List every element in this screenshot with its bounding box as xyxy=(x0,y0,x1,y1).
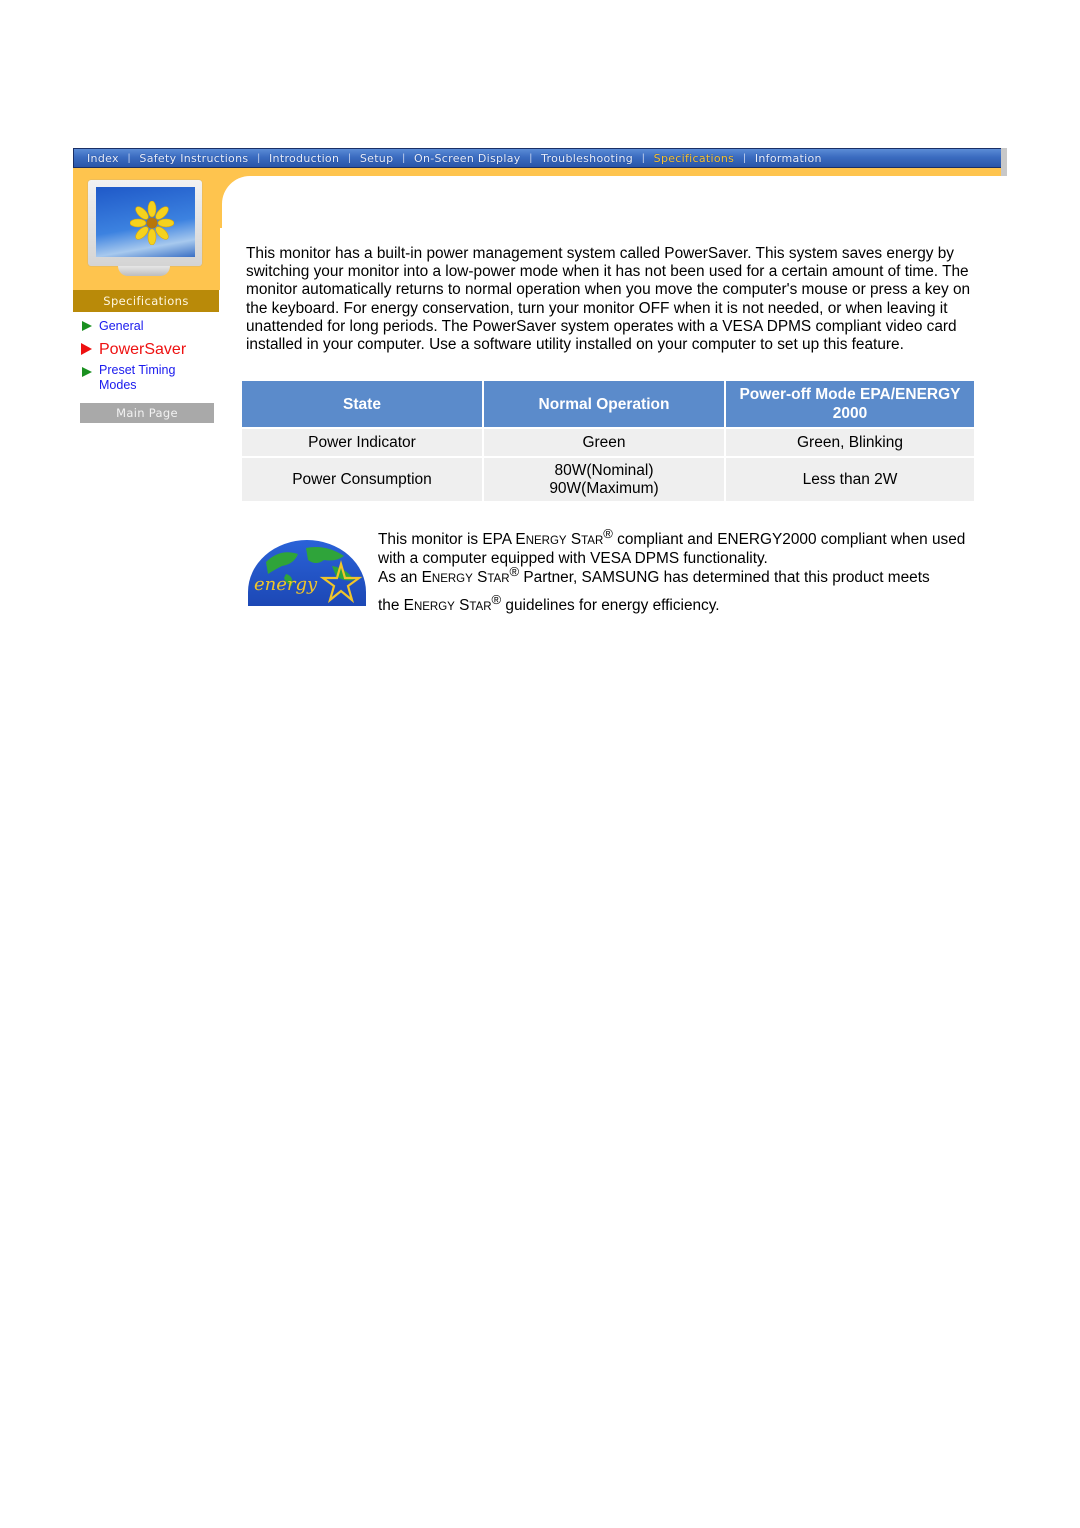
energy-text-1a: This monitor is EPA xyxy=(378,531,516,548)
energy-star-logo: energy xyxy=(248,540,366,606)
monitor-screen xyxy=(96,187,195,257)
sunflower-icon xyxy=(130,201,174,245)
cell-normal: Green xyxy=(484,429,724,456)
header-line-1: Power-off Mode EPA/ENERGY xyxy=(739,386,961,403)
main-page-button[interactable]: Main Page xyxy=(80,403,214,423)
registered-mark: ® xyxy=(491,591,502,607)
cell-power-off: Less than 2W xyxy=(726,458,974,501)
cell-normal: 80W(Nominal) 90W(Maximum) xyxy=(484,458,724,501)
nav-separator: | xyxy=(743,152,746,164)
energy-star-statement: This monitor is EPA ENERGY STAR® complia… xyxy=(378,527,978,616)
nav-safety-instructions[interactable]: Safety Instructions xyxy=(139,152,248,165)
nav-setup[interactable]: Setup xyxy=(360,152,394,165)
nav-troubleshooting[interactable]: Troubleshooting xyxy=(541,152,633,165)
monitor-illustration xyxy=(86,178,206,282)
energy-text-3b: guidelines for energy efficiency. xyxy=(501,596,720,614)
cell-power-off: Green, Blinking xyxy=(726,429,974,456)
sidebar-item-powersaver[interactable]: PowerSaver xyxy=(81,340,186,360)
section-label: Specifications xyxy=(73,290,219,312)
cell-state: Power Indicator xyxy=(242,429,482,456)
nav-information[interactable]: Information xyxy=(755,152,822,165)
power-saver-table: State Normal Operation Power-off Mode EP… xyxy=(240,379,976,503)
nav-separator: | xyxy=(529,152,533,164)
table-row: Power Consumption 80W(Nominal) 90W(Maxim… xyxy=(242,458,974,501)
intro-paragraph: This monitor has a built-in power manage… xyxy=(246,245,971,354)
monitor-stand xyxy=(118,266,170,276)
sc-text: NERGY xyxy=(525,535,567,547)
sc-text: NERGY xyxy=(413,600,455,613)
energy-text-2a: As an xyxy=(378,568,422,586)
sidebar-link-powersaver[interactable]: PowerSaver xyxy=(99,340,186,360)
nav-shadow xyxy=(1001,148,1007,176)
header-state: State xyxy=(242,381,482,427)
sidebar-link-general[interactable]: General xyxy=(99,319,143,334)
nav-introduction[interactable]: Introduction xyxy=(269,152,339,165)
sc-letter: E xyxy=(515,531,526,548)
nav-specifications[interactable]: Specifications xyxy=(654,152,735,165)
nav-separator: | xyxy=(642,152,645,164)
table-header-row: State Normal Operation Power-off Mode EP… xyxy=(242,381,974,427)
header-power-off-mode: Power-off Mode EPA/ENERGY 2000 xyxy=(726,381,974,427)
sc-text: TAR xyxy=(469,600,492,613)
energy-text-2b: Partner, SAMSUNG has determined that thi… xyxy=(519,568,930,586)
cell-line-1: 80W(Nominal) xyxy=(554,461,654,479)
frame-curve-inner xyxy=(222,176,302,236)
nav-on-screen-display[interactable]: On-Screen Display xyxy=(414,152,521,165)
nav-separator: | xyxy=(402,152,405,164)
sidebar-item-general[interactable]: General xyxy=(82,319,143,334)
link-line-2: Modes xyxy=(99,378,137,392)
header-normal-operation: Normal Operation xyxy=(484,381,724,427)
triangle-bullet-icon xyxy=(82,321,92,331)
sc-text: TAR xyxy=(487,572,510,585)
table-row: Power Indicator Green Green, Blinking xyxy=(242,429,974,456)
sc-letter: E xyxy=(403,596,414,614)
cell-line-2: 90W(Maximum) xyxy=(549,479,659,497)
sc-text: NERGY xyxy=(431,572,473,585)
nav-separator: | xyxy=(257,152,261,164)
registered-mark: ® xyxy=(509,563,520,579)
link-line-1: Preset Timing xyxy=(99,363,176,377)
cell-state: Power Consumption xyxy=(242,458,482,501)
sidebar-link-preset-timing-modes[interactable]: Preset Timing Modes xyxy=(99,363,175,393)
sc-letter: S xyxy=(570,531,582,548)
registered-mark: ® xyxy=(603,526,613,541)
triangle-bullet-icon xyxy=(81,343,92,355)
nav-separator: | xyxy=(127,152,131,164)
sc-text: TAR xyxy=(581,535,604,547)
sc-letter: S xyxy=(459,596,470,614)
sc-letter: E xyxy=(421,568,432,586)
triangle-bullet-icon xyxy=(82,367,92,377)
energy-wordmark: energy xyxy=(254,574,318,595)
energy-text-3a: the xyxy=(378,596,404,614)
sc-letter: S xyxy=(477,568,488,586)
sidebar-item-preset-timing-modes[interactable]: Preset Timing Modes xyxy=(82,363,175,393)
header-line-2: 2000 xyxy=(832,405,868,422)
frame-strip xyxy=(218,176,222,224)
nav-index[interactable]: Index xyxy=(87,152,119,165)
top-nav-bar: Index | Safety Instructions | Introducti… xyxy=(73,148,1002,168)
nav-separator: | xyxy=(348,152,351,164)
